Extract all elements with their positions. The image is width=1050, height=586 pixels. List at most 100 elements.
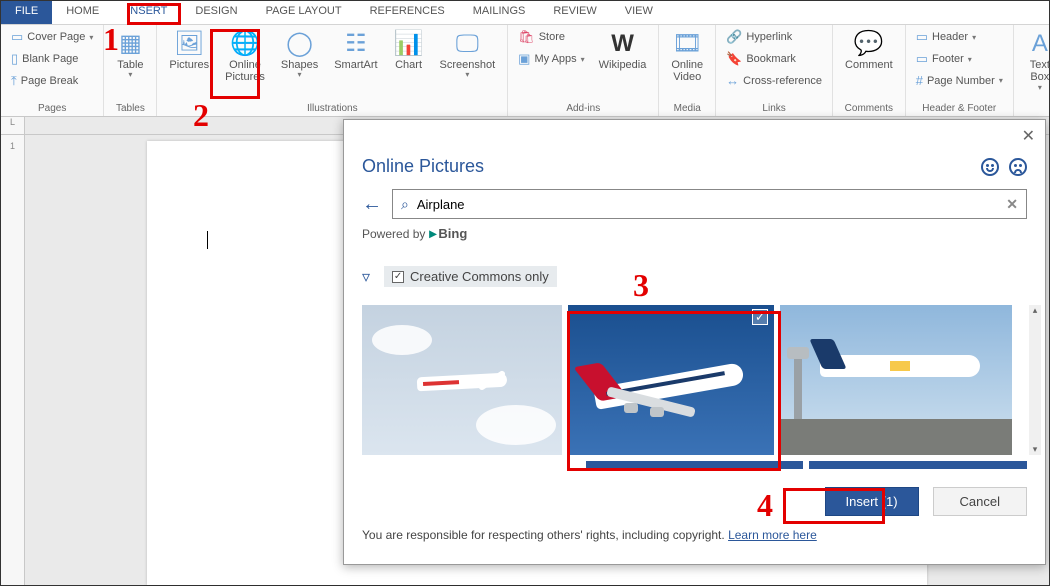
chevron-down-icon: ▾: [465, 71, 469, 80]
comment-label: Comment: [845, 59, 893, 71]
pagenumber-button[interactable]: # Page Number ▾: [912, 71, 1007, 90]
back-button[interactable]: ←: [362, 193, 382, 216]
cancel-button[interactable]: Cancel: [933, 487, 1027, 516]
smartart-button[interactable]: ☷SmartArt: [328, 27, 383, 75]
ribbon: ▭ Cover Page ▾ ▯Blank Page ⤒Page Break Pag…: [1, 25, 1049, 117]
page-icon: ▭: [11, 29, 23, 45]
checkbox-icon: ✓: [392, 271, 404, 283]
chevron-down-icon: ▾: [298, 71, 302, 80]
page-break-button[interactable]: ⤒Page Break: [7, 71, 97, 91]
textbox-icon: A: [1032, 31, 1048, 57]
page-break-label: Page Break: [21, 75, 78, 87]
header-button[interactable]: ▭ Header ▾: [912, 27, 1007, 47]
online-video-label: Online Video: [671, 59, 703, 83]
feedback-smile-button[interactable]: [981, 158, 999, 176]
header-label: Header: [932, 31, 968, 43]
creative-commons-toggle[interactable]: ✓ Creative Commons only: [384, 266, 557, 287]
chevron-down-icon: ▾: [999, 76, 1003, 85]
pagenumber-label: Page Number: [927, 75, 995, 87]
group-comments-label: Comments: [839, 103, 899, 116]
wikipedia-button[interactable]: W Wikipedia: [593, 27, 653, 75]
search-input[interactable]: [417, 197, 998, 212]
video-icon: 🎞: [672, 31, 702, 57]
pictures-label: Pictures: [169, 59, 209, 71]
myapps-button[interactable]: ▣My Apps▾: [514, 49, 589, 69]
chart-icon: 📊: [394, 31, 424, 57]
online-pictures-button[interactable]: 🌐Online Pictures: [219, 27, 271, 88]
group-text: AText Box▾: [1014, 25, 1050, 116]
group-illustrations: 🖼 Pictures 🌐Online Pictures ◯Shapes▾ ☷Sma…: [157, 25, 508, 116]
tab-references[interactable]: REFERENCES: [356, 1, 459, 24]
result-thumbnail-1[interactable]: [362, 305, 562, 455]
pictures-button[interactable]: 🖼 Pictures: [163, 27, 215, 75]
online-pictures-dialog: ✕ Online Pictures ← ⌕ ✕ Powered by ▸Bing…: [343, 119, 1046, 565]
blank-page-button[interactable]: ▯Blank Page: [7, 49, 97, 69]
footer-button[interactable]: ▭Footer▾: [912, 49, 1007, 69]
insert-button[interactable]: Insert (1): [825, 487, 919, 516]
screenshot-button[interactable]: 🖵Screenshot▾: [434, 27, 502, 84]
group-headerfooter: ▭Header▾ ▭Footer▾ #Page Number▾ Header &…: [906, 25, 1014, 116]
hyperlink-label: Hyperlink: [746, 31, 792, 43]
chart-button[interactable]: 📊 Chart: [388, 27, 430, 75]
hyperlink-icon: 🔗: [726, 29, 742, 45]
filter-button[interactable]: ▿: [362, 267, 370, 287]
vertical-ruler: 1: [1, 135, 25, 585]
chevron-down-icon: ▾: [968, 55, 972, 64]
search-icon: ⌕: [401, 196, 409, 213]
tab-view[interactable]: VIEW: [611, 1, 667, 24]
store-button[interactable]: 🛍 Store: [514, 27, 589, 47]
shapes-button[interactable]: ◯Shapes▾: [275, 27, 324, 84]
tab-insert[interactable]: INSERT: [113, 1, 181, 24]
result-thumbnail-2[interactable]: ✓: [568, 305, 774, 455]
learn-more-link[interactable]: Learn more here: [728, 528, 817, 542]
tab-pagelayout[interactable]: PAGE LAYOUT: [252, 1, 356, 24]
bookmark-button[interactable]: 🔖Bookmark: [722, 49, 826, 69]
online-video-button[interactable]: 🎞Online Video: [665, 27, 709, 88]
chevron-down-icon: ▾: [1038, 84, 1042, 93]
crossref-button[interactable]: ↔ Cross-reference: [722, 71, 826, 90]
chart-label: Chart: [395, 59, 422, 71]
clear-search-button[interactable]: ✕: [1006, 196, 1018, 213]
wikipedia-icon: W: [611, 31, 634, 57]
ruler-corner: L: [1, 117, 25, 134]
group-pages: ▭Cover Page▾ ▯Blank Page ⤒Page Break Pag…: [1, 25, 104, 116]
pagenumber-icon: #: [916, 73, 923, 88]
group-links: 🔗 Hyperlink 🔖Bookmark ↔ Cross-reference Li…: [716, 25, 833, 116]
selected-check-icon: ✓: [752, 309, 768, 325]
picture-icon: 🖼: [174, 31, 204, 57]
smartart-label: SmartArt: [334, 59, 377, 71]
legal-text: You are responsible for respecting other…: [362, 528, 725, 542]
results-scrollbar[interactable]: ▴▾: [1029, 305, 1041, 455]
myapps-label: My Apps: [534, 53, 576, 65]
store-icon: 🛍: [518, 29, 535, 45]
group-tables-label: Tables: [110, 103, 150, 116]
table-button[interactable]: ▦Table▾: [110, 27, 150, 84]
cover-page-button[interactable]: ▭Cover Page▾: [7, 27, 97, 47]
textbox-button[interactable]: AText Box▾: [1020, 27, 1050, 96]
chevron-down-icon: ▾: [128, 71, 132, 80]
group-addins: 🛍Store ▣My Apps▾ WWikipedia Add-ins: [508, 25, 659, 116]
screenshot-icon: 🖵: [456, 31, 479, 57]
hyperlink-button[interactable]: 🔗 Hyperlink: [722, 27, 826, 47]
dialog-close-button[interactable]: ✕: [1022, 126, 1035, 146]
powered-by-label: Powered by ▸Bing: [362, 225, 1027, 242]
result-thumbnail-3[interactable]: [780, 305, 1012, 455]
wikipedia-label: Wikipedia: [599, 59, 647, 71]
crossref-label: Cross-reference: [743, 75, 822, 87]
header-icon: ▭: [916, 29, 928, 45]
tab-file[interactable]: FILE: [1, 1, 52, 24]
tab-design[interactable]: DESIGN: [181, 1, 251, 24]
store-label: Store: [539, 31, 565, 43]
apps-icon: ▣: [518, 51, 530, 67]
chevron-down-icon: ▾: [972, 33, 976, 42]
group-links-label: Links: [722, 103, 826, 116]
group-comments: 💬Comment Comments: [833, 25, 906, 116]
shapes-icon: ◯: [286, 31, 313, 57]
feedback-frown-button[interactable]: [1009, 158, 1027, 176]
crossref-icon: ↔: [726, 73, 739, 88]
comment-button[interactable]: 💬Comment: [839, 27, 899, 75]
tab-home[interactable]: HOME: [52, 1, 113, 24]
tab-mailings[interactable]: MAILINGS: [459, 1, 540, 24]
tab-review[interactable]: REVIEW: [539, 1, 610, 24]
cover-page-label: Cover Page: [27, 31, 85, 43]
